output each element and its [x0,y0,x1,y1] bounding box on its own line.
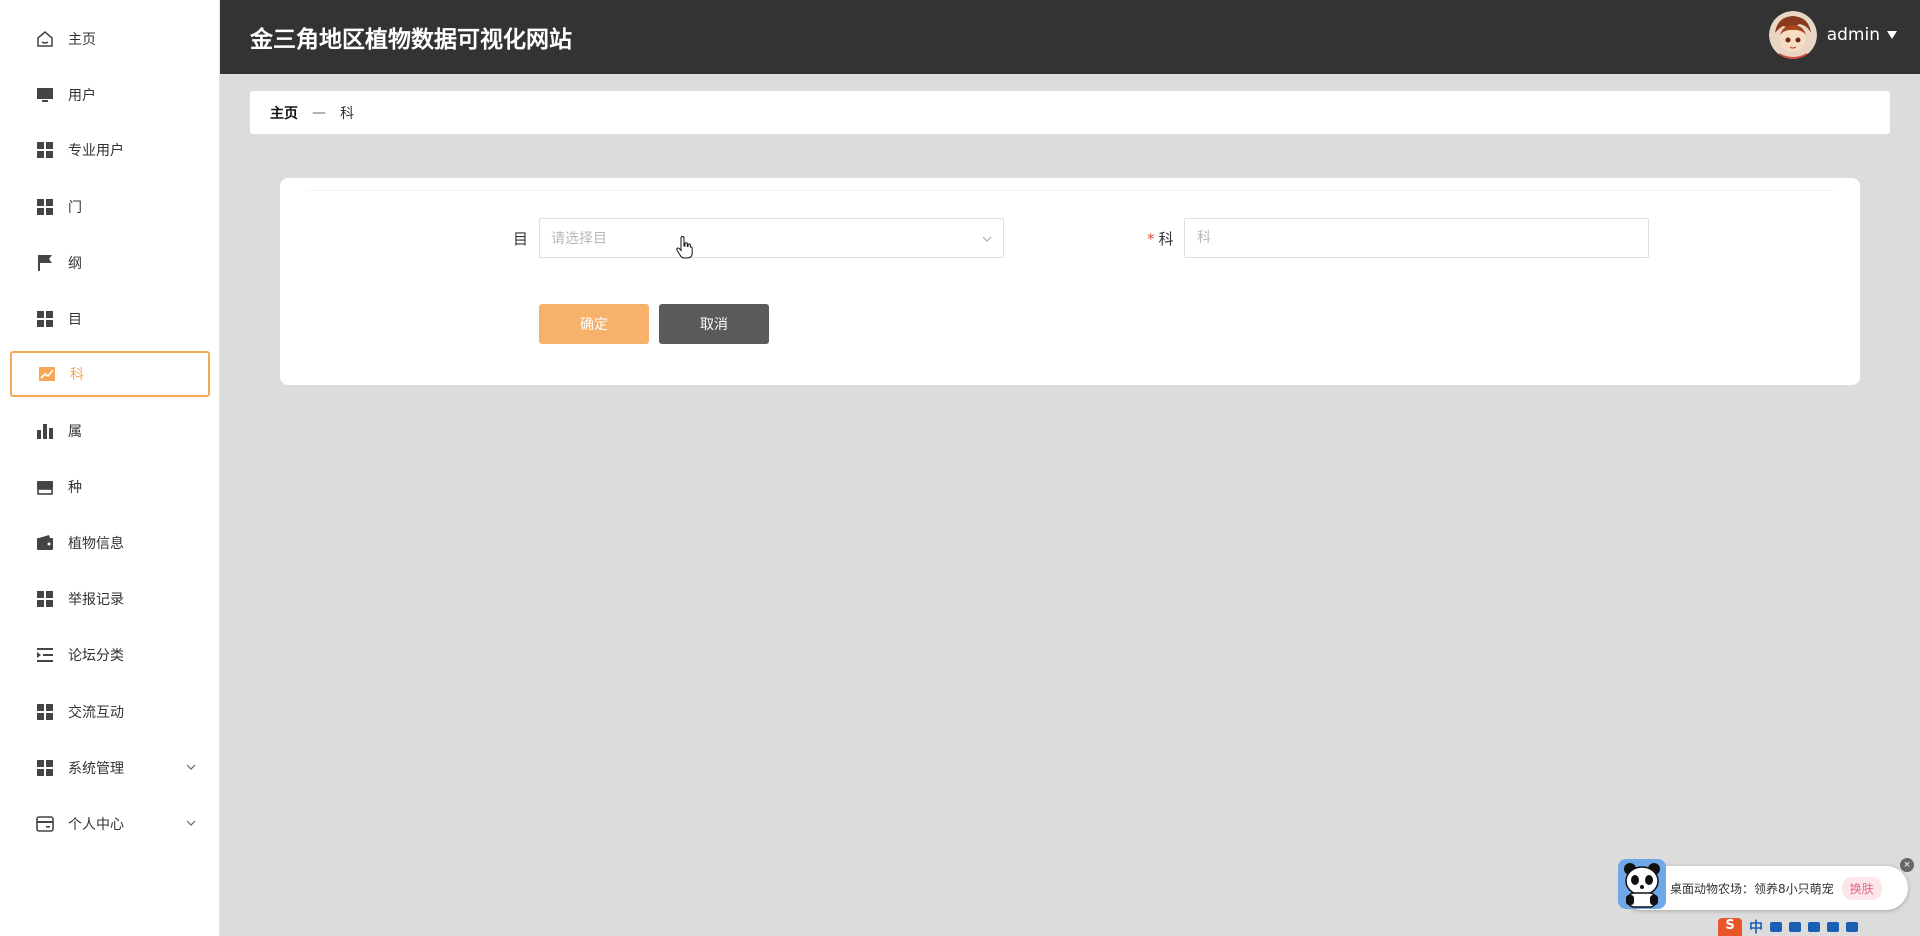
sidebar-item-label: 主页 [68,32,96,48]
flag-icon [34,252,56,274]
breadcrumb-separator: — [312,104,326,121]
sidebar-item-label: 系统管理 [68,761,124,777]
sidebar-item-family[interactable]: 科 [10,351,210,397]
required-mark: * [1147,230,1155,248]
avatar [1768,11,1817,59]
username: admin [1826,25,1880,45]
sidebar-item-label: 种 [68,480,82,496]
grid-icon [34,701,56,723]
sidebar-item-label: 纲 [68,256,82,272]
close-icon[interactable]: × [1900,858,1914,872]
ime-toolbar: S 中 [1714,918,1920,936]
sidebar-item-label: 科 [70,367,84,383]
monitor-icon [34,84,56,106]
sidebar-item-interaction[interactable]: 交流互动 [10,689,210,735]
grid-icon [34,757,56,779]
chevron-down-icon [186,764,196,770]
wallet-icon [34,532,56,554]
sidebar-item-label: 属 [68,424,82,440]
hand-cursor-icon [676,236,693,259]
sidebar-item-label: 门 [68,200,82,216]
order-select-placeholder: 请选择目 [551,231,607,247]
grid-icon [34,308,56,330]
sidebar-item-forum-category[interactable]: 论坛分类 [10,632,210,678]
skin-button[interactable]: 换肤 [1841,876,1882,900]
sidebar-item-users[interactable]: 用户 [10,72,210,118]
sidebar-item-order[interactable]: 目 [10,296,210,342]
order-field-label: 目 [513,230,529,248]
toolbox-icon[interactable] [1846,922,1858,932]
card-icon [34,813,56,835]
desktop-pet-ad[interactable]: 桌面动物农场：领养8小只萌宠 换肤 × [1618,858,1914,910]
confirm-button[interactable]: 确定 [539,304,649,344]
breadcrumb: 主页 — 科 [250,91,1890,134]
grid-icon [34,588,56,610]
sidebar-item-label: 目 [68,312,82,328]
keyboard-icon[interactable] [1808,922,1820,932]
cancel-button[interactable]: 取消 [659,304,769,344]
family-input[interactable] [1184,218,1649,258]
store-icon [34,476,56,498]
sidebar-item-system-management[interactable]: 系统管理 [10,745,210,791]
sidebar-item-label: 举报记录 [68,592,124,608]
breadcrumb-current: 科 [340,105,354,122]
family-field-label-text: 科 [1158,230,1174,248]
punctuation-icon[interactable] [1770,922,1782,932]
sogou-logo-icon[interactable]: S [1718,918,1742,936]
card-divider [305,190,1835,191]
order-select[interactable]: 请选择目 [539,218,1004,258]
sidebar-item-pro-users[interactable]: 专业用户 [10,127,210,173]
family-form-card: 目 请选择目 *科 确定 取消 [280,178,1860,385]
breadcrumb-home[interactable]: 主页 [270,103,298,123]
home-icon [34,28,56,50]
sidebar-item-home[interactable]: 主页 [10,16,210,62]
sidebar-item-plant-info[interactable]: 植物信息 [10,520,210,566]
sidebar-item-species[interactable]: 种 [10,464,210,510]
sidebar-item-personal-center[interactable]: 个人中心 [10,801,210,847]
sidebar-item-genus[interactable]: 属 [10,408,210,454]
chevron-down-icon [186,820,196,826]
sidebar-item-label: 植物信息 [68,536,124,552]
sidebar-item-class[interactable]: 纲 [10,240,210,286]
grid-icon [34,139,56,161]
site-title: 金三角地区植物数据可视化网站 [250,27,572,53]
skin-icon[interactable] [1827,922,1839,932]
sidebar-item-phylum[interactable]: 门 [10,184,210,230]
chart-icon [36,363,58,385]
sidebar-item-label: 专业用户 [68,143,124,159]
ad-text: 桌面动物农场：领养8小只萌宠 [1670,881,1834,896]
family-field-label: * 科 [1147,228,1174,249]
microphone-icon[interactable] [1789,922,1801,932]
sidebar: 主页 用户 专业用户 门 纲 目 科 属 种 植物信息 举报记录 论坛分类 交流… [0,0,220,936]
sidebar-item-label: 个人中心 [68,817,124,833]
panda-icon [1618,859,1666,909]
sidebar-item-label: 用户 [68,88,96,104]
sidebar-item-label: 交流互动 [68,705,124,721]
user-menu[interactable]: admin [1768,10,1898,60]
bar-chart-icon [34,420,56,442]
caret-down-icon [1887,31,1897,39]
sidebar-item-label: 论坛分类 [68,648,124,664]
sidebar-item-reports[interactable]: 举报记录 [10,576,210,622]
ime-mode-indicator[interactable]: 中 [1749,917,1763,936]
chevron-down-icon [982,236,992,242]
indent-icon [34,644,56,666]
grid-icon [34,196,56,218]
top-header: 金三角地区植物数据可视化网站 admin [220,0,1920,74]
